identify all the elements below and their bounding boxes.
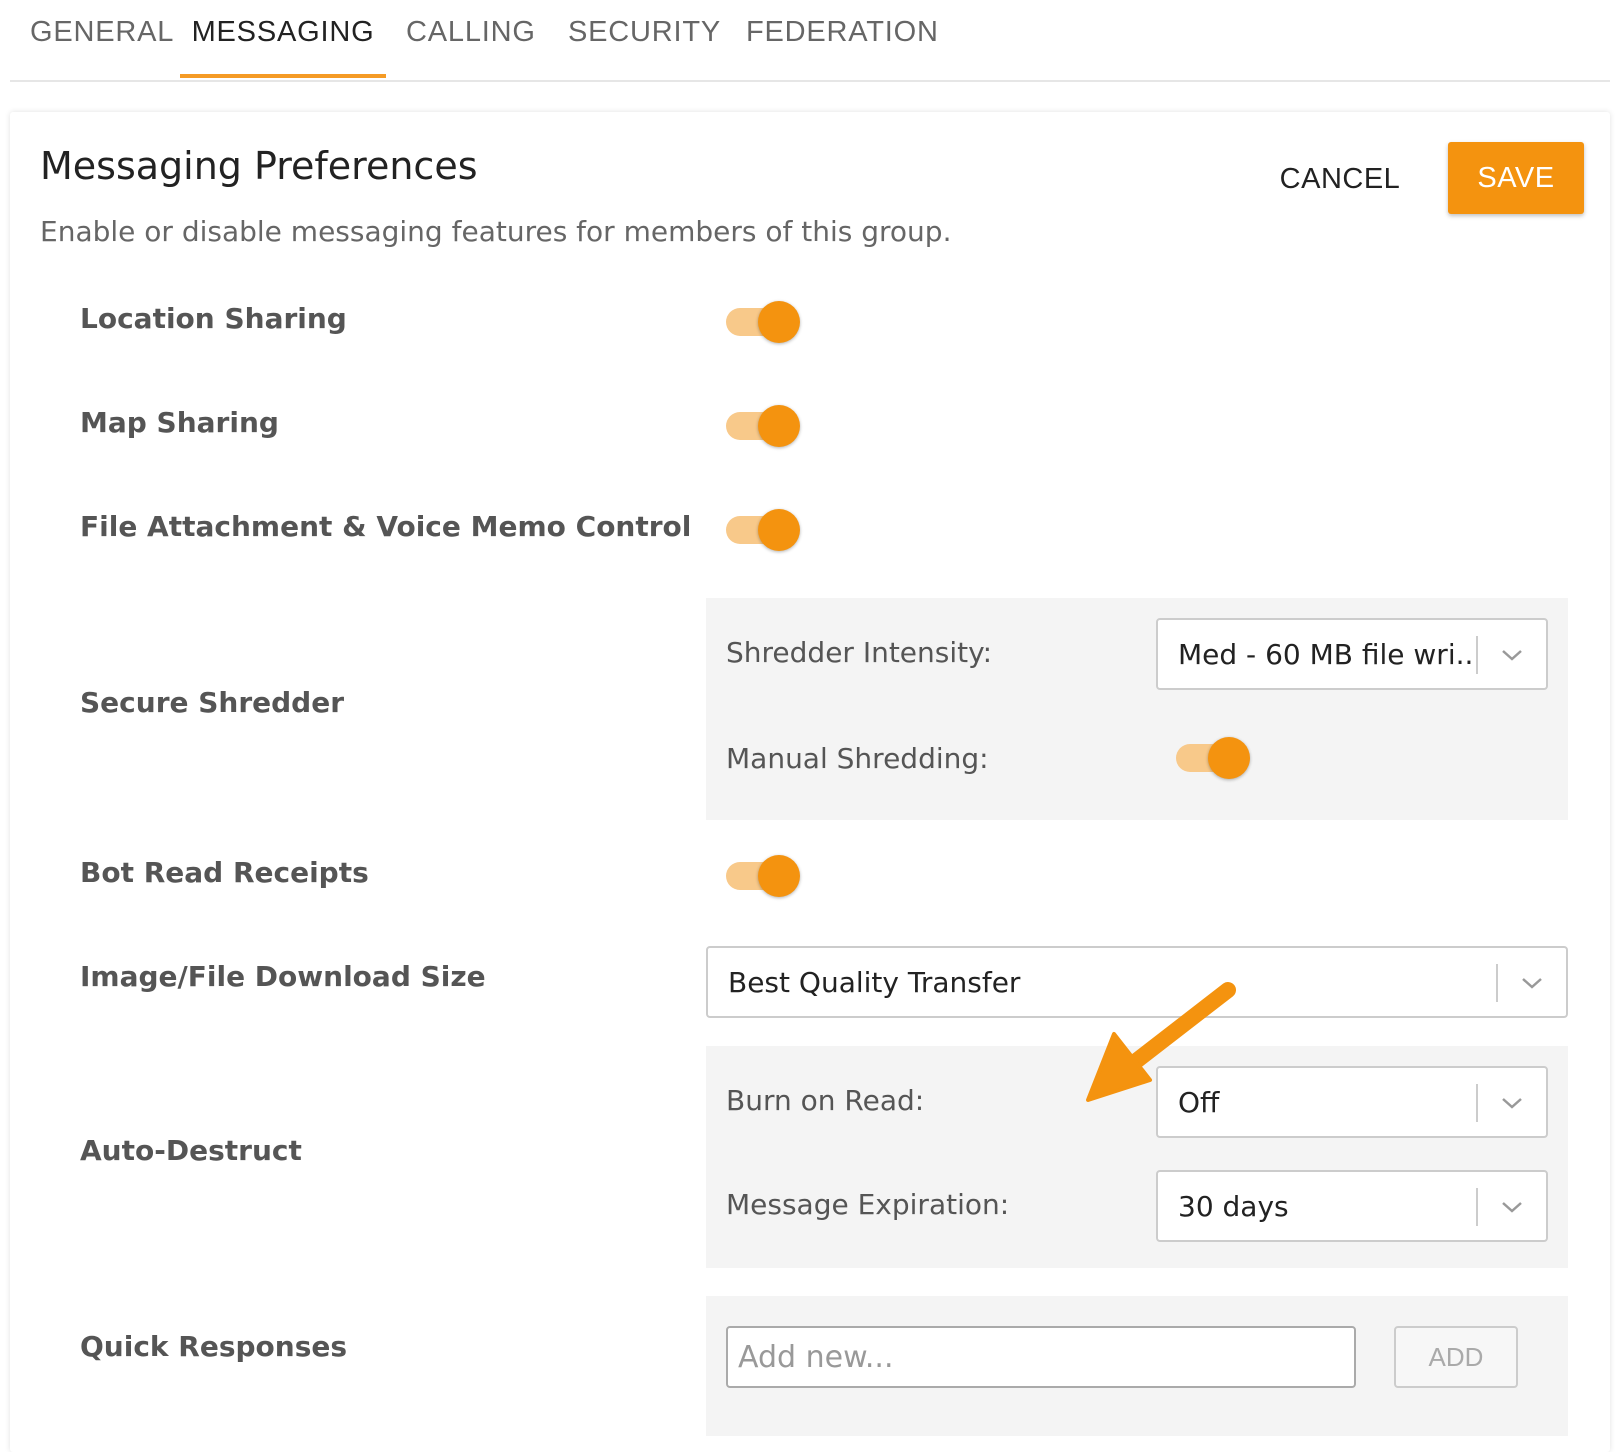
toggle-knob	[758, 405, 800, 447]
message-expiration-select[interactable]: 30 days	[1156, 1170, 1548, 1242]
file-attachment-toggle[interactable]	[724, 508, 800, 552]
burn-on-read-label: Burn on Read:	[726, 1084, 925, 1117]
tab-bar: GENERAL MESSAGING CALLING SECURITY FEDER…	[10, 0, 1610, 82]
tab-security[interactable]: SECURITY	[568, 14, 720, 76]
chevron-down-icon	[1522, 978, 1542, 989]
save-button[interactable]: SAVE	[1448, 142, 1584, 214]
manual-shredding-toggle[interactable]	[1174, 736, 1250, 780]
tab-federation[interactable]: FEDERATION	[746, 14, 938, 76]
chevron-down-icon	[1502, 1202, 1522, 1213]
shredder-intensity-select[interactable]: Med - 60 MB file wri...	[1156, 618, 1548, 690]
tab-calling[interactable]: CALLING	[406, 14, 535, 76]
shredder-intensity-label: Shredder Intensity:	[726, 636, 993, 669]
quick-response-input[interactable]	[726, 1326, 1356, 1388]
select-divider	[1476, 1084, 1478, 1122]
select-value: Med - 60 MB file wri...	[1178, 638, 1478, 671]
map-sharing-toggle[interactable]	[724, 404, 800, 448]
tab-general[interactable]: GENERAL	[30, 14, 173, 76]
location-sharing-label: Location Sharing	[80, 302, 347, 335]
secure-shredder-label: Secure Shredder	[80, 686, 345, 719]
location-sharing-toggle[interactable]	[724, 300, 800, 344]
auto-destruct-label: Auto-Destruct	[80, 1134, 302, 1167]
map-sharing-label: Map Sharing	[80, 406, 279, 439]
message-expiration-label: Message Expiration:	[726, 1188, 1010, 1221]
page-title: Messaging Preferences	[40, 144, 478, 188]
cancel-button[interactable]: CANCEL	[1260, 142, 1420, 214]
add-button[interactable]: ADD	[1394, 1326, 1518, 1388]
toggle-knob	[758, 855, 800, 897]
select-divider	[1496, 964, 1498, 1002]
tab-messaging[interactable]: MESSAGING	[180, 14, 386, 78]
manual-shredding-label: Manual Shredding:	[726, 742, 989, 775]
select-divider	[1476, 636, 1478, 674]
secure-shredder-panel: Shredder Intensity: Med - 60 MB file wri…	[706, 598, 1568, 820]
chevron-down-icon	[1502, 650, 1522, 661]
quick-responses-panel: ADD	[706, 1296, 1568, 1436]
chevron-down-icon	[1502, 1098, 1522, 1109]
quick-responses-label: Quick Responses	[80, 1330, 348, 1363]
page-subtitle: Enable or disable messaging features for…	[40, 215, 952, 248]
bot-read-receipts-label: Bot Read Receipts	[80, 856, 369, 889]
bot-read-receipts-toggle[interactable]	[724, 854, 800, 898]
select-value: 30 days	[1178, 1190, 1289, 1223]
toggle-knob	[1208, 737, 1250, 779]
toggle-knob	[758, 301, 800, 343]
arrow-pointer-icon	[1086, 982, 1236, 1102]
toggle-knob	[758, 509, 800, 551]
download-size-label: Image/File Download Size	[80, 960, 486, 993]
select-divider	[1476, 1188, 1478, 1226]
preferences-card: Messaging Preferences Enable or disable …	[10, 112, 1610, 1452]
file-attachment-label: File Attachment & Voice Memo Control	[80, 510, 692, 543]
